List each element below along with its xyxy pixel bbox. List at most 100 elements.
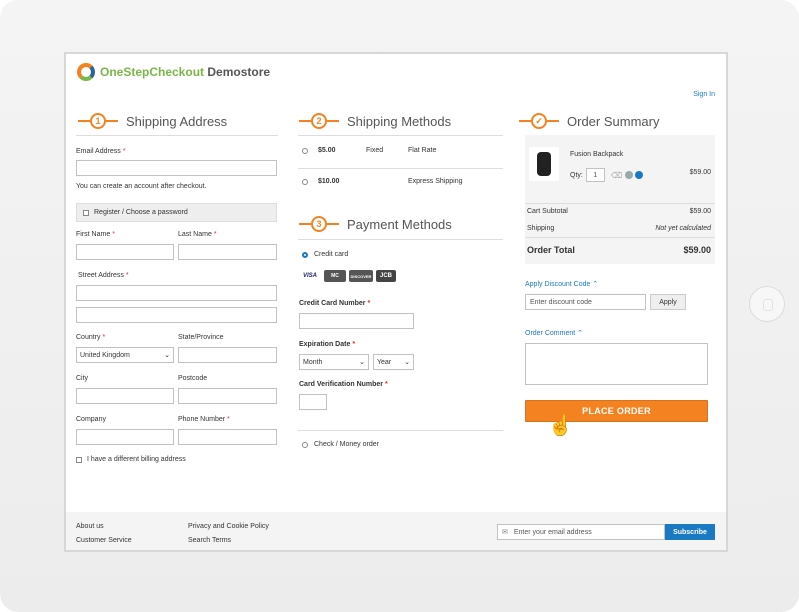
last-name-field[interactable]	[178, 244, 277, 260]
footer-link[interactable]: Search Terms	[188, 537, 231, 544]
check-money-order-label: Check / Money order	[314, 441, 379, 448]
product-image	[529, 147, 559, 181]
country-select[interactable]: United Kingdom ⌄	[76, 347, 174, 363]
order-total-value: $59.00	[683, 245, 711, 255]
email-label: Email Address *	[76, 148, 126, 155]
shipping-radio[interactable]	[302, 179, 308, 185]
chevron-down-icon: ⌄	[164, 352, 170, 359]
hand-cursor-icon: ☝	[548, 415, 573, 437]
card-logos: VISA MC DISCOVER JCB	[299, 270, 396, 282]
shipping-method-row[interactable]: $5.00 Fixed Flat Rate	[302, 147, 502, 169]
footer: About us Customer Service Privacy and Co…	[66, 512, 726, 550]
shipping-carrier: Fixed	[366, 147, 384, 154]
home-icon	[763, 299, 773, 311]
payment-methods-header: 3 Payment Methods	[299, 214, 452, 234]
order-comment-field[interactable]	[525, 343, 708, 385]
cc-number-label: Credit Card Number *	[299, 300, 371, 307]
shipping-method-row[interactable]: $10.00 Express Shipping	[302, 178, 502, 200]
divider	[298, 430, 503, 431]
logo-icon	[77, 63, 95, 81]
discover-logo: DISCOVER	[349, 270, 373, 282]
first-name-label: First Name *	[76, 231, 115, 238]
phone-field[interactable]	[178, 429, 277, 445]
email-field[interactable]	[76, 160, 277, 176]
shipping-price: $5.00	[318, 147, 336, 154]
last-name-label: Last Name *	[178, 231, 217, 238]
chevron-up-icon: ⌃	[577, 330, 584, 337]
discount-field[interactable]: Enter discount code	[525, 294, 646, 310]
billing-checkbox[interactable]	[76, 456, 82, 463]
cvv-field[interactable]	[299, 394, 327, 410]
step-badge: 1	[90, 113, 106, 129]
register-checkbox[interactable]	[83, 209, 89, 216]
section-title: Payment Methods	[347, 216, 452, 232]
year-select[interactable]: Year ⌄	[373, 354, 414, 370]
chevron-down-icon: ⌄	[359, 359, 365, 366]
check-money-order-radio[interactable]	[302, 441, 308, 448]
cvv-label: Card Verification Number *	[299, 381, 388, 388]
state-label: State/Province	[178, 334, 224, 341]
shipping-name: Flat Rate	[408, 147, 437, 154]
chevron-down-icon: ⌄	[404, 359, 410, 366]
credit-card-option[interactable]: Credit card	[302, 251, 348, 258]
footer-link[interactable]: Customer Service	[76, 537, 132, 544]
cart-subtotal-label: Cart Subtotal	[527, 208, 568, 215]
divider	[525, 237, 715, 238]
check-money-order-option[interactable]: Check / Money order	[302, 441, 379, 448]
chevron-up-icon: ⌃	[592, 281, 599, 288]
divider	[298, 135, 503, 136]
divider	[298, 168, 503, 169]
discount-toggle[interactable]: Apply Discount Code ⌃	[525, 280, 598, 288]
section-title: Order Summary	[567, 113, 660, 129]
street-field-2[interactable]	[76, 307, 277, 323]
footer-link[interactable]: About us	[76, 523, 104, 530]
shipping-methods-header: 2 Shipping Methods	[299, 111, 451, 131]
newsletter-field[interactable]: ✉ Enter your email address	[497, 524, 665, 540]
apply-button[interactable]: Apply	[650, 294, 686, 310]
city-field[interactable]	[76, 388, 174, 404]
credit-card-label: Credit card	[314, 251, 349, 258]
street-field-1[interactable]	[76, 285, 277, 301]
credit-card-radio[interactable]	[302, 251, 308, 258]
comment-toggle[interactable]: Order Comment ⌃	[525, 329, 583, 337]
company-field[interactable]	[76, 429, 174, 445]
billing-label: I have a different billing address	[87, 456, 186, 463]
qty-label: Qty:	[570, 171, 583, 179]
cart-subtotal-value: $59.00	[689, 208, 711, 215]
billing-row[interactable]: I have a different billing address	[76, 456, 186, 463]
tablet-frame: OneStepCheckout Demostore Sign In 1 Ship…	[0, 0, 799, 612]
street-label: Street Address *	[78, 272, 129, 279]
product-name: Fusion Backpack	[570, 151, 624, 158]
shipping-total-label: Shipping	[527, 225, 555, 232]
shipping-price: $10.00	[318, 178, 340, 185]
postcode-field[interactable]	[178, 388, 277, 404]
store-logo[interactable]: OneStepCheckout Demostore	[77, 63, 270, 81]
footer-link[interactable]: Privacy and Cookie Policy	[188, 523, 269, 530]
company-label: Company	[76, 416, 106, 423]
phone-label: Phone Number *	[178, 416, 230, 423]
envelope-icon: ✉	[502, 529, 508, 536]
month-select[interactable]: Month ⌄	[299, 354, 369, 370]
product-price: $59.00	[689, 169, 711, 176]
plus-icon[interactable]	[635, 171, 644, 179]
divider	[298, 239, 503, 240]
qty-row: Qty: 1 ⌫	[570, 168, 644, 182]
jcb-logo: JCB	[376, 270, 396, 282]
expiration-label: Expiration Date *	[299, 341, 356, 348]
home-button[interactable]	[749, 286, 785, 322]
order-summary-box: Fusion Backpack Qty: 1 ⌫ $59.00 Cart Sub…	[525, 135, 715, 264]
sign-in-link[interactable]: Sign In	[693, 91, 715, 98]
state-field[interactable]	[178, 347, 277, 363]
cc-number-field[interactable]	[299, 313, 414, 329]
qty-field[interactable]: 1	[585, 168, 605, 182]
minus-icon[interactable]	[625, 171, 634, 179]
check-icon: ✓	[531, 113, 547, 129]
first-name-field[interactable]	[76, 244, 174, 260]
backpack-icon	[537, 152, 551, 176]
register-row[interactable]: Register / Choose a password	[76, 203, 277, 222]
trash-icon[interactable]: ⌫	[611, 171, 622, 180]
subscribe-button[interactable]: Subscribe	[665, 524, 715, 540]
postcode-label: Postcode	[178, 375, 208, 382]
order-summary-header: ✓ Order Summary	[519, 111, 659, 131]
shipping-radio[interactable]	[302, 148, 308, 154]
